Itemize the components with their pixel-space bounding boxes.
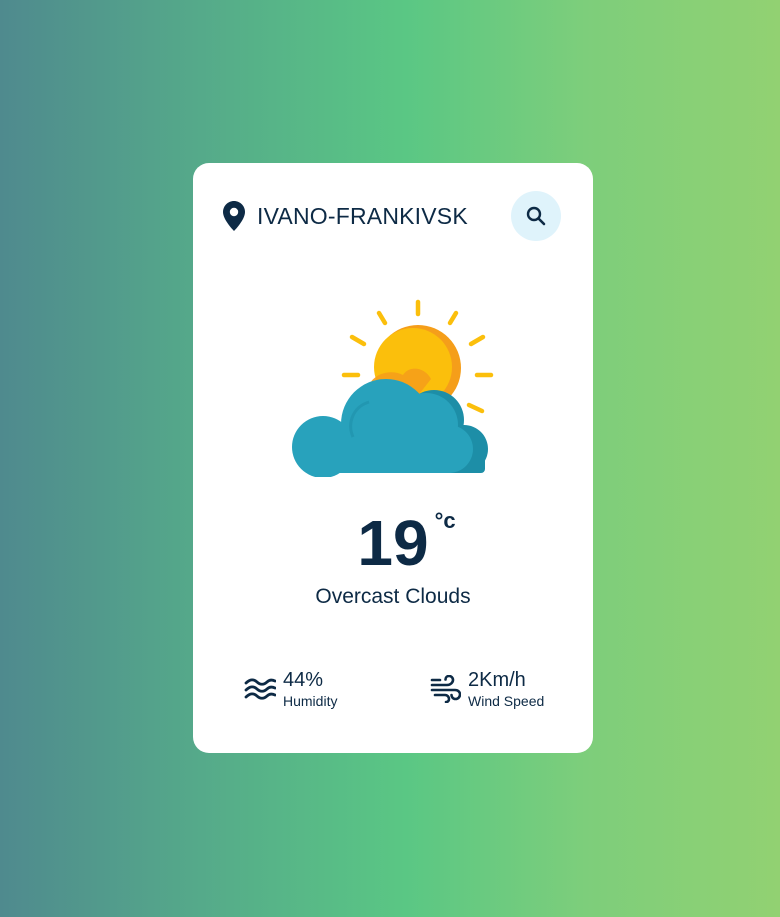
humidity-label: Humidity: [283, 693, 338, 709]
weather-description: Overcast Clouds: [315, 585, 471, 608]
wind-icon: [430, 675, 461, 703]
temperature-display: 19 °c: [193, 507, 593, 579]
wind-speed-stat: 2Km/h Wind Speed: [429, 668, 544, 710]
humidity-value: 44%: [283, 669, 324, 691]
partly-cloudy-sun-icon: [289, 297, 499, 477]
humidity-stat: 44% Humidity: [244, 668, 337, 710]
location-display: IVANO-FRANKIVSK: [223, 201, 468, 231]
wind-speed-label: Wind Speed: [468, 693, 545, 709]
wind-speed-value: 2Km/h: [468, 669, 526, 691]
city-name: IVANO-FRANKIVSK: [257, 203, 468, 229]
weather-card: IVANO-FRANKIVSK 19 °c Overcast Clouds 44…: [193, 163, 593, 753]
waves-icon: [244, 678, 276, 700]
search-icon: [526, 206, 546, 226]
temperature-value: 19: [357, 507, 429, 579]
map-pin-icon: [223, 201, 245, 231]
temperature-unit: °c: [434, 508, 456, 533]
search-button[interactable]: [511, 191, 561, 241]
